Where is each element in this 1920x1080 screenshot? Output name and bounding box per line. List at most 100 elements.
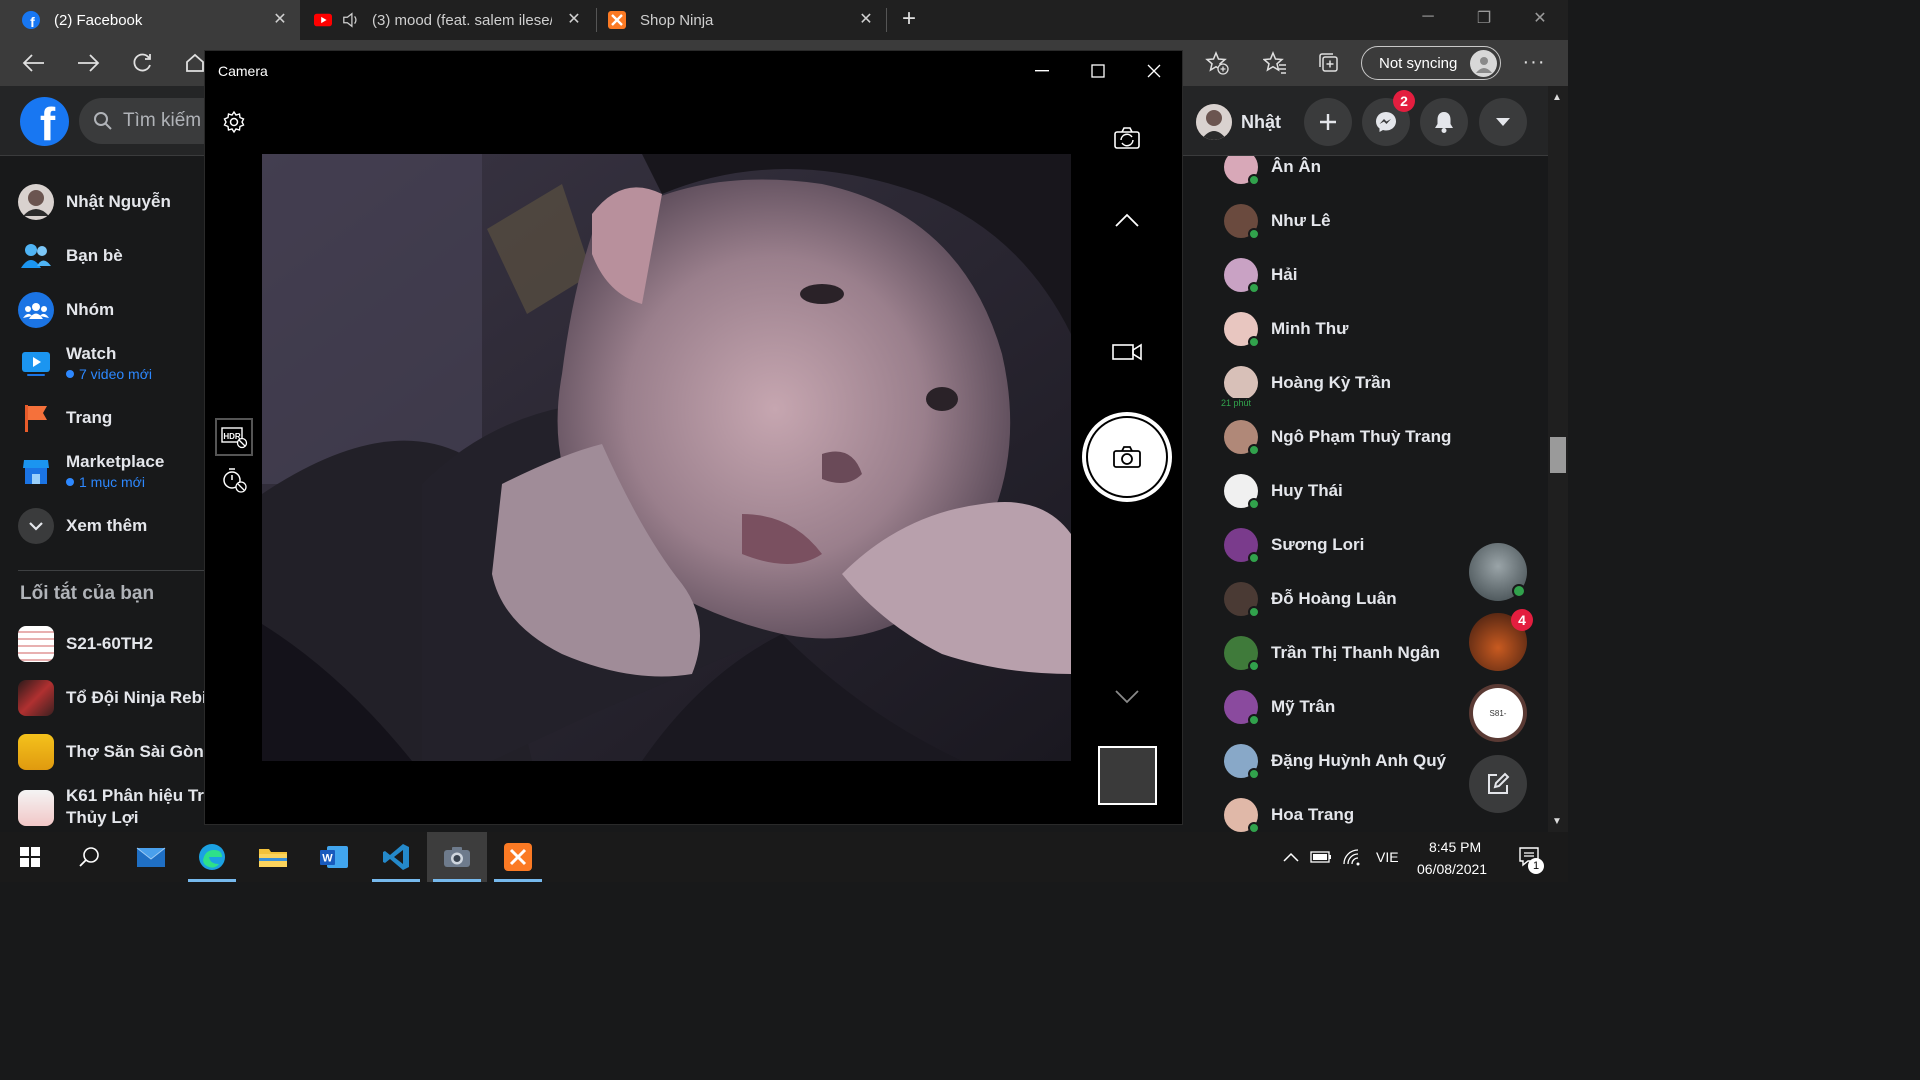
- profile-shortcut[interactable]: Nhật: [1196, 102, 1281, 142]
- maximize-window-icon[interactable]: [1083, 59, 1113, 83]
- shortcut-item[interactable]: K61 Phân hiệu Trư Thủy Lợi: [18, 786, 204, 828]
- scroll-down-arrow-icon[interactable]: ▼: [1552, 816, 1562, 827]
- contact-item[interactable]: Đặng Huỳnh Anh Quý: [1224, 741, 1446, 781]
- new-tab-button[interactable]: +: [896, 6, 922, 32]
- facebook-logo-icon[interactable]: f: [20, 97, 69, 146]
- contact-item[interactable]: Đỗ Hoàng Luân: [1224, 579, 1397, 619]
- contact-item[interactable]: Hải: [1224, 255, 1297, 295]
- speaker-icon[interactable]: [342, 11, 360, 29]
- show-hidden-icons-button[interactable]: [1280, 832, 1302, 882]
- collections-icon[interactable]: [1316, 50, 1342, 76]
- video-mode-icon[interactable]: [1110, 338, 1144, 366]
- favorites-icon[interactable]: [1262, 50, 1288, 76]
- shortcut-item[interactable]: S21-60TH2: [18, 626, 204, 662]
- create-button[interactable]: [1304, 98, 1352, 146]
- browser-tab-strip: f (2) Facebook ✕ (3) mood (feat. salem i…: [0, 0, 1568, 40]
- contact-item[interactable]: Huy Thái: [1224, 471, 1343, 511]
- sidebar-item-sublabel: 7 video mới: [66, 366, 152, 382]
- notifications-button[interactable]: [1420, 98, 1468, 146]
- contact-item[interactable]: Ngô Phạm Thuỳ Trang: [1224, 417, 1451, 457]
- contact-item[interactable]: Trần Thị Thanh Ngân: [1224, 633, 1440, 673]
- camera-app-window: Camera HDR: [204, 50, 1183, 825]
- xampp-app-button[interactable]: [488, 832, 548, 882]
- online-indicator: [1248, 174, 1260, 186]
- close-window-icon[interactable]: ✕: [1528, 8, 1552, 30]
- settings-gear-icon[interactable]: [221, 109, 247, 135]
- timer-off-icon[interactable]: [219, 465, 249, 495]
- chevron-down-icon: [18, 508, 54, 544]
- avatar: [1224, 690, 1260, 726]
- messenger-badge: 2: [1393, 90, 1415, 112]
- new-message-button[interactable]: [1469, 755, 1527, 813]
- windows-logo-icon: [20, 847, 40, 867]
- switch-camera-icon[interactable]: [1111, 123, 1143, 155]
- close-tab-icon[interactable]: ✕: [270, 10, 290, 30]
- sidebar-item-label: Nhật Nguyễn: [66, 192, 171, 211]
- file-explorer-button[interactable]: [243, 832, 303, 882]
- avatar: [1224, 420, 1260, 456]
- action-center-button[interactable]: 1: [1510, 832, 1550, 882]
- contact-item[interactable]: Ân Ân: [1224, 156, 1321, 187]
- sidebar-item-marketplace[interactable]: Marketplace 1 mục mới: [18, 452, 204, 490]
- contact-item[interactable]: Minh Thư: [1224, 309, 1348, 349]
- battery-icon[interactable]: [1309, 832, 1333, 882]
- hdr-toggle-button[interactable]: HDR: [215, 418, 253, 456]
- sidebar-item-watch[interactable]: Watch 7 video mới: [18, 344, 204, 382]
- contact-item[interactable]: Mỹ Trân: [1224, 687, 1335, 727]
- chat-head[interactable]: S81-: [1469, 684, 1527, 742]
- contact-name: Hoàng Kỳ Trần: [1271, 373, 1391, 392]
- contact-item[interactable]: Hoa Trang: [1224, 795, 1354, 832]
- chevron-down-icon[interactable]: [1113, 683, 1141, 711]
- sidebar-item-pages[interactable]: Trang: [18, 400, 204, 436]
- add-favorite-icon[interactable]: [1204, 50, 1230, 76]
- mail-app-button[interactable]: [121, 832, 181, 882]
- vscode-app-button[interactable]: [366, 832, 426, 882]
- shortcut-item[interactable]: Tổ Đội Ninja Rebi: [18, 680, 204, 716]
- refresh-icon[interactable]: [129, 50, 155, 76]
- scroll-up-arrow-icon[interactable]: ▲: [1552, 92, 1562, 103]
- take-photo-button[interactable]: [1082, 412, 1172, 502]
- tab-shop-ninja[interactable]: Shop Ninja ✕: [608, 0, 878, 40]
- search-button[interactable]: [60, 832, 120, 882]
- restore-window-icon[interactable]: ❐: [1472, 8, 1496, 30]
- messenger-button[interactable]: 2: [1362, 90, 1415, 146]
- chat-head[interactable]: 4: [1469, 609, 1533, 671]
- shortcut-item[interactable]: Thợ Săn Sài Gòn!: [18, 734, 204, 770]
- edge-app-button[interactable]: [182, 832, 242, 882]
- account-menu-button[interactable]: [1479, 98, 1527, 146]
- sidebar-item-groups[interactable]: Nhóm: [18, 292, 204, 328]
- input-language[interactable]: VIE: [1376, 849, 1399, 865]
- scrollbar-thumb[interactable]: [1550, 437, 1566, 473]
- clock-date[interactable]: 06/08/2021: [1417, 861, 1487, 877]
- online-indicator: [1512, 584, 1526, 598]
- sidebar-item-profile[interactable]: Nhật Nguyễn: [18, 184, 204, 220]
- close-tab-icon[interactable]: ✕: [856, 10, 876, 30]
- contact-item[interactable]: 21 phút Hoàng Kỳ Trần: [1220, 363, 1391, 408]
- sidebar-item-friends[interactable]: Bạn bè: [18, 238, 204, 274]
- minimize-window-icon[interactable]: ─: [1416, 8, 1440, 30]
- tab-youtube[interactable]: (3) mood (feat. salem ilese/ ✕: [314, 0, 590, 40]
- browser-menu-button[interactable]: ···: [1520, 50, 1548, 76]
- start-button[interactable]: [0, 832, 60, 882]
- sidebar-item-label: Xem thêm: [66, 516, 148, 535]
- back-arrow-icon[interactable]: [21, 50, 47, 76]
- page-scrollbar[interactable]: ▲ ▼: [1548, 86, 1568, 832]
- tab-facebook[interactable]: f (2) Facebook ✕: [0, 0, 300, 40]
- online-indicator: [1248, 552, 1260, 564]
- camera-app-button[interactable]: [427, 832, 487, 882]
- forward-arrow-icon[interactable]: [75, 50, 101, 76]
- close-window-icon[interactable]: [1139, 59, 1169, 83]
- close-tab-icon[interactable]: ✕: [564, 10, 584, 30]
- avatar: [18, 184, 54, 220]
- wifi-icon[interactable]: [1340, 832, 1364, 882]
- contact-item[interactable]: Như Lê: [1224, 201, 1331, 241]
- last-photo-thumbnail[interactable]: [1098, 746, 1157, 805]
- chat-head[interactable]: [1469, 543, 1527, 601]
- chevron-up-icon[interactable]: [1113, 206, 1141, 234]
- minimize-window-icon[interactable]: [1027, 59, 1057, 83]
- sidebar-item-see-more[interactable]: Xem thêm: [18, 508, 204, 544]
- word-app-button[interactable]: W: [304, 832, 364, 882]
- clock-time[interactable]: 8:45 PM: [1429, 839, 1481, 855]
- contact-item[interactable]: Sương Lori: [1224, 525, 1364, 565]
- profile-sync-button[interactable]: Not syncing: [1361, 46, 1501, 80]
